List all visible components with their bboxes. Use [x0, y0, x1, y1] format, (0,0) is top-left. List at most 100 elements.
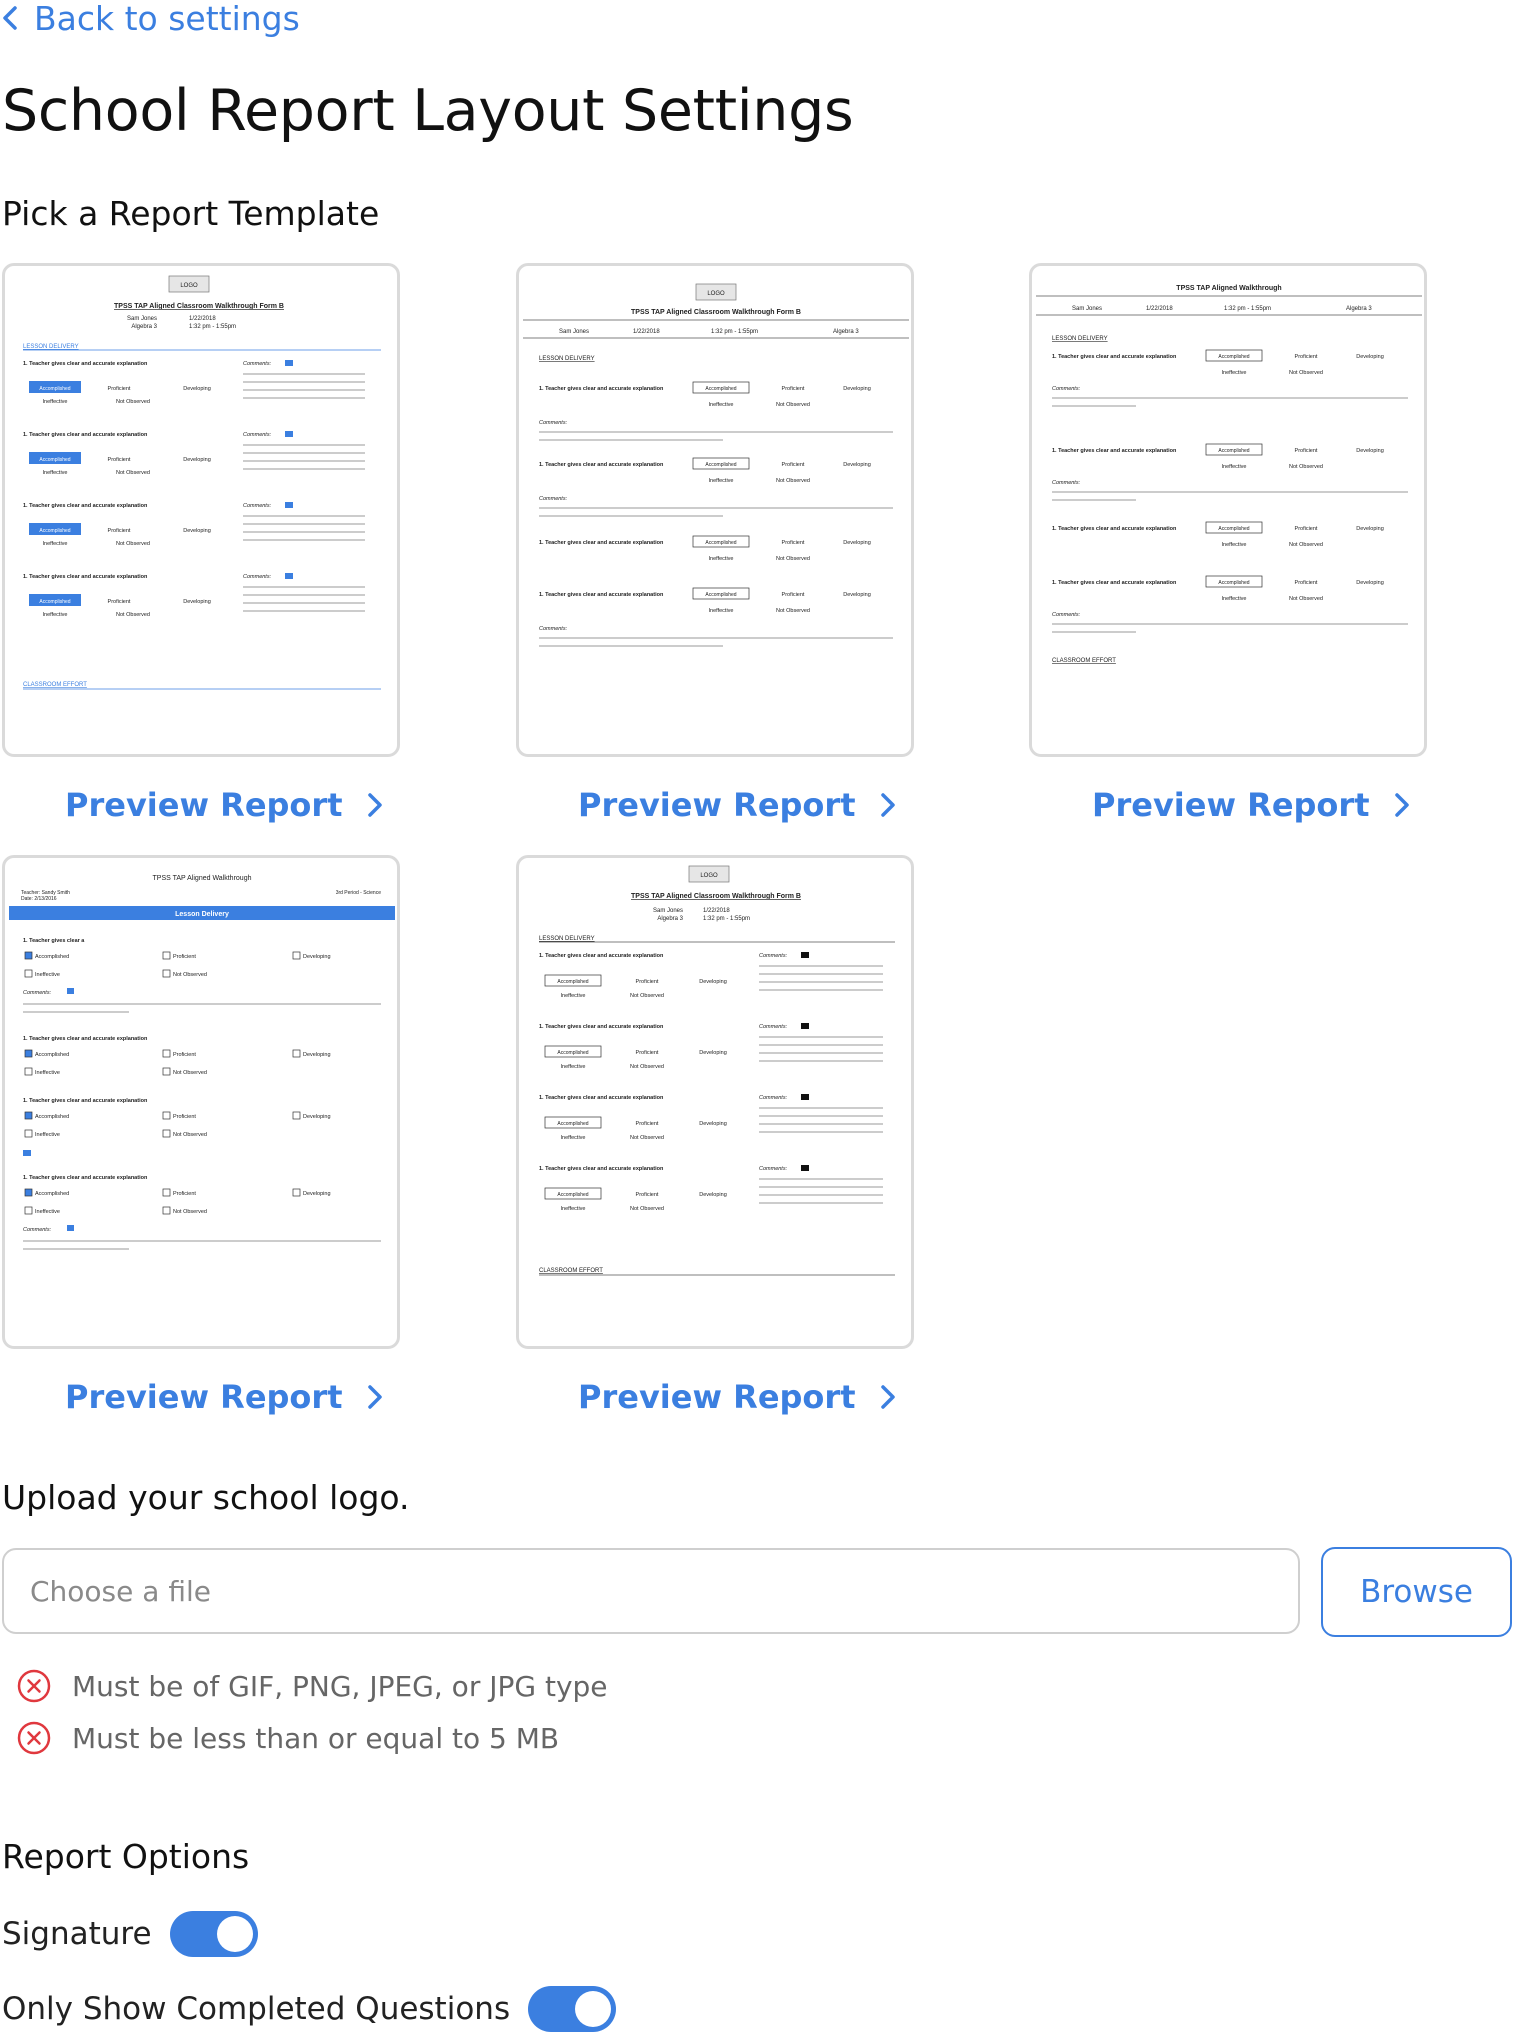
svg-text:Not Observed: Not Observed: [116, 612, 150, 618]
svg-text:Developing: Developing: [843, 592, 871, 598]
svg-text:1. Teacher gives clear and ac: 1. Teacher gives clear and accurate expl…: [539, 386, 664, 392]
svg-text:Accomplished: Accomplished: [705, 592, 736, 598]
svg-text:Not Observed: Not Observed: [116, 541, 150, 547]
logo-file-input[interactable]: [2, 1548, 1300, 1634]
browse-button[interactable]: Browse: [1321, 1547, 1512, 1637]
svg-text:LOGO: LOGO: [707, 291, 725, 297]
svg-text:1/22/2018: 1/22/2018: [189, 316, 216, 322]
svg-text:Not Observed: Not Observed: [630, 1206, 664, 1212]
svg-text:Not Observed: Not Observed: [1289, 596, 1323, 602]
svg-text:Proficient: Proficient: [636, 1121, 659, 1127]
preview-label: Preview Report: [1092, 786, 1370, 824]
svg-text:Proficient: Proficient: [1295, 580, 1318, 586]
chevron-right-icon: [368, 793, 383, 817]
svg-text:Comments:: Comments:: [759, 953, 788, 959]
svg-text:Sam Jones: Sam Jones: [653, 908, 683, 914]
svg-text:Accomplished: Accomplished: [1218, 526, 1249, 532]
back-to-settings-link[interactable]: Back to settings: [0, 0, 300, 38]
svg-text:1. Teacher gives clear and ac: 1. Teacher gives clear and accurate expl…: [23, 361, 148, 367]
svg-text:1. Teacher gives clear and ac: 1. Teacher gives clear and accurate expl…: [539, 1166, 664, 1172]
svg-text:Algebra 3: Algebra 3: [131, 324, 157, 330]
template-card-3[interactable]: TPSS TAP Aligned Walkthrough Sam Jones 1/2…: [1029, 263, 1427, 757]
svg-text:1:32 pm - 1:55pm: 1:32 pm - 1:55pm: [1224, 306, 1271, 312]
svg-text:Proficient: Proficient: [1295, 526, 1318, 532]
svg-text:Ineffective: Ineffective: [709, 478, 734, 484]
svg-text:Comments:: Comments:: [1052, 480, 1081, 486]
preview-report-link-4[interactable]: Preview Report: [65, 1378, 384, 1416]
svg-text:Not Observed: Not Observed: [1289, 464, 1323, 470]
svg-text:Proficient: Proficient: [173, 954, 196, 960]
svg-text:Not Observed: Not Observed: [173, 1209, 207, 1215]
svg-text:Not Observed: Not Observed: [776, 608, 810, 614]
svg-text:1. Teacher gives clear and ac: 1. Teacher gives clear and accurate expl…: [539, 953, 664, 959]
svg-text:Developing: Developing: [183, 528, 211, 534]
signature-label: Signature: [2, 1916, 152, 1952]
svg-text:LESSON DELIVERY: LESSON DELIVERY: [539, 936, 595, 942]
svg-text:Proficient: Proficient: [782, 462, 805, 468]
svg-text:Proficient: Proficient: [108, 457, 131, 463]
chevron-right-icon: [881, 1385, 896, 1409]
svg-text:Proficient: Proficient: [173, 1052, 196, 1058]
svg-text:1. Teacher gives clear and ac: 1. Teacher gives clear and accurate expl…: [539, 540, 664, 546]
svg-text:Ineffective: Ineffective: [35, 1132, 60, 1138]
svg-text:Proficient: Proficient: [782, 592, 805, 598]
svg-text:1:32 pm - 1:55pm: 1:32 pm - 1:55pm: [189, 324, 236, 330]
svg-text:Accomplished: Accomplished: [557, 979, 588, 985]
chevron-right-icon: [1395, 793, 1410, 817]
svg-text:Not Observed: Not Observed: [630, 1135, 664, 1141]
preview-label: Preview Report: [65, 786, 343, 824]
preview-label: Preview Report: [578, 786, 856, 824]
svg-text:Accomplished: Accomplished: [1218, 580, 1249, 586]
svg-text:Proficient: Proficient: [1295, 448, 1318, 454]
svg-text:Sam Jones: Sam Jones: [127, 316, 157, 322]
svg-text:Accomplished: Accomplished: [35, 1114, 69, 1120]
svg-text:CLASSROOM EFFORT: CLASSROOM EFFORT: [1052, 658, 1116, 664]
svg-text:1:32 pm - 1:55pm: 1:32 pm - 1:55pm: [711, 329, 758, 335]
signature-toggle[interactable]: [169, 1911, 258, 1957]
svg-text:TPSS TAP Aligned Classroom Wal: TPSS TAP Aligned Classroom Walkthrough F…: [114, 303, 284, 310]
svg-text:Proficient: Proficient: [636, 979, 659, 985]
preview-label: Preview Report: [578, 1378, 856, 1416]
svg-text:LESSON DELIVERY: LESSON DELIVERY: [539, 356, 595, 362]
svg-text:Developing: Developing: [1356, 448, 1384, 454]
toggle-knob: [216, 1916, 253, 1952]
templates-heading: Pick a Report Template: [2, 194, 380, 233]
template-card-4[interactable]: TPSS TAP Aligned Walkthrough Teacher: San…: [2, 855, 400, 1349]
svg-text:Proficient: Proficient: [636, 1192, 659, 1198]
svg-text:Ineffective: Ineffective: [1222, 596, 1247, 602]
report-options-heading: Report Options: [2, 1837, 250, 1876]
preview-report-link-2[interactable]: Preview Report: [578, 786, 897, 824]
svg-text:1. Teacher gives clear and ac: 1. Teacher gives clear and accurate expl…: [23, 574, 148, 580]
svg-text:1. Teacher gives clear a: 1. Teacher gives clear a: [23, 938, 85, 944]
x-circle-icon: [17, 1669, 51, 1703]
svg-text:Ineffective: Ineffective: [561, 993, 586, 999]
svg-text:Accomplished: Accomplished: [39, 457, 70, 463]
svg-text:Ineffective: Ineffective: [35, 1070, 60, 1076]
preview-report-link-5[interactable]: Preview Report: [578, 1378, 897, 1416]
svg-text:Developing: Developing: [303, 1114, 331, 1120]
svg-text:Not Observed: Not Observed: [173, 972, 207, 978]
svg-text:Accomplished: Accomplished: [557, 1192, 588, 1198]
svg-text:Not Observed: Not Observed: [173, 1070, 207, 1076]
svg-text:1. Teacher gives clear and ac: 1. Teacher gives clear and accurate expl…: [1052, 448, 1177, 454]
svg-text:Comments:: Comments:: [23, 1227, 52, 1233]
template-card-1[interactable]: LOGO TPSS TAP Aligned Classroom Walkthrou…: [2, 263, 400, 757]
template-card-5[interactable]: LOGO TPSS TAP Aligned Classroom Walkthrou…: [516, 855, 914, 1349]
svg-text:Developing: Developing: [303, 1191, 331, 1197]
completed-questions-label: Only Show Completed Questions: [2, 1991, 511, 2027]
svg-text:Ineffective: Ineffective: [43, 541, 68, 547]
svg-text:Comments:: Comments:: [243, 361, 272, 367]
preview-report-link-3[interactable]: Preview Report: [1092, 786, 1411, 824]
svg-text:TPSS TAP Aligned Walkthrough: TPSS TAP Aligned Walkthrough: [1176, 285, 1281, 292]
preview-report-link-1[interactable]: Preview Report: [65, 786, 384, 824]
svg-text:1. Teacher gives clear and ac: 1. Teacher gives clear and accurate expl…: [23, 503, 148, 509]
rule-text: Must be less than or equal to 5 MB: [72, 1721, 560, 1755]
svg-text:Accomplished: Accomplished: [705, 386, 736, 392]
template-card-2[interactable]: LOGO TPSS TAP Aligned Classroom Walkthrou…: [516, 263, 914, 757]
svg-text:Developing: Developing: [303, 1052, 331, 1058]
completed-questions-toggle[interactable]: [528, 1986, 617, 2032]
svg-text:Lesson Delivery: Lesson Delivery: [175, 911, 229, 918]
svg-text:1. Teacher gives clear and ac: 1. Teacher gives clear and accurate expl…: [23, 1036, 148, 1042]
svg-text:Not Observed: Not Observed: [776, 556, 810, 562]
preview-label: Preview Report: [65, 1378, 343, 1416]
